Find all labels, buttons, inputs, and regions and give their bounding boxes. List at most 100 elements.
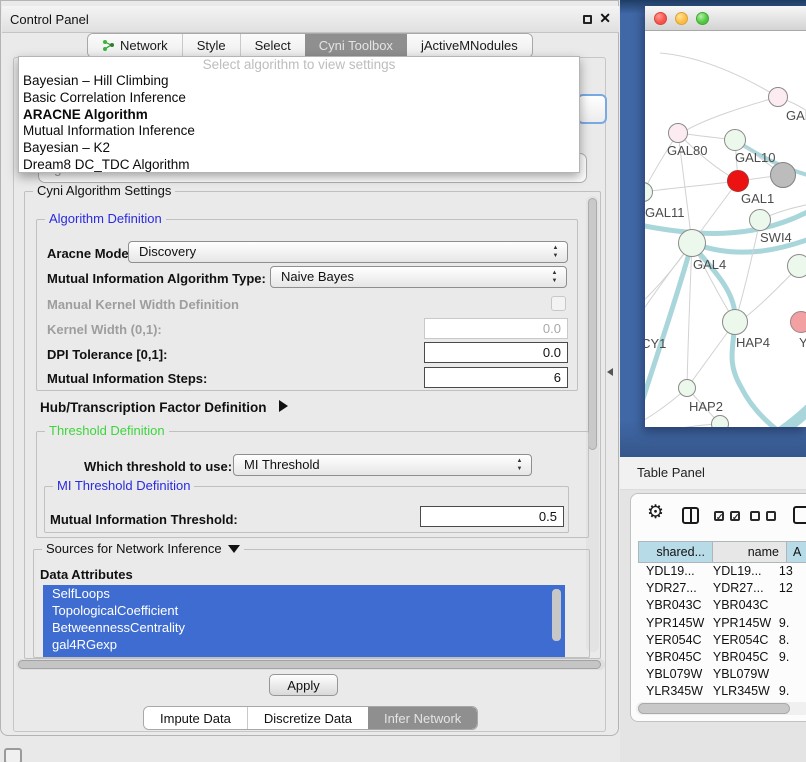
kernel-width-field[interactable]: 0.0 (424, 318, 568, 339)
tab-style-label: Style (197, 38, 226, 53)
settings-horizontal-scrollbar-thumb[interactable] (18, 660, 601, 669)
column-header[interactable]: shared... (638, 541, 713, 563)
dropdown-item[interactable]: Dream8 DC_TDC Algorithm (19, 157, 579, 174)
new-table-icon[interactable] (793, 506, 806, 524)
table-row[interactable]: YDL19...YDL19...13 (638, 563, 806, 580)
gear-icon[interactable]: ⚙ (647, 503, 664, 522)
dpi-tolerance-field[interactable]: 0.0 (424, 342, 568, 363)
dropdown-item[interactable]: Bayesian – Hill Climbing (19, 73, 579, 90)
settings-horizontal-scrollbar[interactable] (16, 659, 605, 670)
mi-threshold-label: Mutual Information Threshold: (50, 512, 238, 527)
select-all-checkbox-icon[interactable]: ✓ (730, 511, 740, 521)
node-label: GCY1 (645, 336, 666, 351)
which-threshold-combo[interactable]: MI Threshold ▲▼ (233, 454, 532, 476)
column-chooser-icon[interactable] (682, 507, 699, 524)
dropdown-item-selected[interactable]: ARACNE Algorithm (19, 107, 579, 124)
mi-threshold-legend: MI Threshold Definition (53, 478, 194, 493)
table-row[interactable]: YPR145WYPR145W9. (638, 615, 806, 632)
tab-style[interactable]: Style (182, 34, 240, 57)
table-panel-titlebar: Table Panel (620, 457, 806, 490)
network-node[interactable] (722, 309, 748, 335)
mi-type-combo[interactable]: Naive Bayes ▲▼ (270, 266, 567, 288)
table-body[interactable]: YDL19...YDL19...13 YDR27...YDR27...12 YB… (638, 563, 806, 704)
dropdown-item[interactable]: Mutual Information Inference (19, 123, 579, 140)
table-panel-title: Table Panel (637, 465, 705, 480)
table-horizontal-scrollbar-thumb[interactable] (638, 703, 790, 714)
network-node[interactable] (678, 229, 706, 257)
deselect-all-checkbox-icon[interactable] (750, 511, 760, 521)
node-label: SWI4 (760, 230, 792, 245)
table-horizontal-scrollbar[interactable] (636, 702, 806, 715)
network-node-selected[interactable] (727, 170, 749, 192)
panel-splitter-grip-icon[interactable] (607, 368, 613, 376)
spinner-icon: ▲▼ (551, 244, 560, 260)
data-attributes-label: Data Attributes (40, 567, 133, 582)
manual-kernel-checkbox[interactable] (551, 296, 566, 311)
network-canvas[interactable]: GAL GAL80 GAL10 GAL1 GAL11 SWI4 GAL4 GCY… (645, 31, 806, 427)
tab-cyni-toolbox[interactable]: Cyni Toolbox (305, 34, 407, 57)
tab-jactivemnodules-label: jActiveMNodules (421, 38, 518, 53)
control-panel-tab-bar: Network Style Select Cyni Toolbox jActiv… (87, 33, 533, 58)
mi-threshold-field[interactable]: 0.5 (420, 506, 564, 527)
zoom-traffic-light-icon[interactable] (696, 12, 709, 25)
tab-infer-network[interactable]: Infer Network (368, 707, 477, 729)
which-threshold-value: MI Threshold (244, 457, 320, 472)
aracne-mode-combo[interactable]: Discovery ▲▼ (128, 241, 568, 263)
threshold-definition-legend: Threshold Definition (45, 423, 169, 438)
close-icon[interactable]: ✕ (599, 10, 611, 27)
network-node[interactable] (749, 209, 771, 231)
table-row[interactable]: YER054CYER054C8. (638, 632, 806, 649)
network-node[interactable] (770, 162, 796, 188)
apply-button[interactable]: Apply (269, 674, 338, 696)
table-row[interactable]: YBR043CYBR043C (638, 597, 806, 614)
list-item[interactable]: SelfLoops (43, 585, 565, 602)
hub-definition-section[interactable]: Hub/Transcription Factor Definition (40, 399, 288, 417)
control-panel-titlebar[interactable]: Control Panel ✕ (2, 6, 619, 33)
column-header[interactable]: name (713, 541, 787, 563)
mi-steps-field[interactable]: 6 (424, 367, 568, 388)
focused-spinner-fragment[interactable] (577, 94, 607, 124)
minimize-traffic-light-icon[interactable] (675, 12, 688, 25)
network-node[interactable] (724, 129, 746, 151)
node-label: GAL80 (667, 143, 707, 158)
list-item[interactable]: gal4RGexp (43, 636, 565, 653)
tab-select[interactable]: Select (240, 34, 305, 57)
collapse-icon[interactable] (228, 545, 240, 553)
tab-select-label: Select (255, 38, 291, 53)
network-node[interactable] (711, 415, 729, 427)
expand-icon[interactable] (279, 400, 288, 412)
cyni-bottom-tab-bar: Impute Data Discretize Data Infer Networ… (143, 706, 478, 730)
deselect-all-checkbox-icon[interactable] (766, 511, 776, 521)
list-item[interactable]: TopologicalCoefficient (43, 602, 565, 619)
network-node[interactable] (678, 379, 696, 397)
network-node[interactable] (790, 311, 806, 333)
tab-impute-data[interactable]: Impute Data (144, 707, 247, 729)
data-attributes-list[interactable]: SelfLoops TopologicalCoefficient Between… (43, 585, 565, 657)
table-row[interactable]: YBL079WYBL079W (638, 666, 806, 683)
network-node[interactable] (668, 123, 688, 143)
tab-network-label: Network (120, 38, 168, 53)
select-all-checkbox-icon[interactable]: ✓ (714, 511, 724, 521)
settings-vertical-scrollbar-thumb[interactable] (588, 198, 597, 450)
node-label: GAL1 (741, 191, 774, 206)
dropdown-item[interactable]: Basic Correlation Inference (19, 90, 579, 107)
tab-jactivemnodules[interactable]: jActiveMNodules (407, 34, 532, 57)
network-window-titlebar[interactable] (645, 6, 806, 31)
close-traffic-light-icon[interactable] (654, 12, 667, 25)
table-row[interactable]: YDR27...YDR27...12 (638, 580, 806, 597)
docked-panel-icon[interactable] (4, 748, 22, 762)
tab-discretize-data[interactable]: Discretize Data (247, 707, 368, 729)
node-label: GAL11 (645, 205, 685, 220)
tab-cyni-toolbox-label: Cyni Toolbox (319, 38, 393, 53)
network-node[interactable] (787, 254, 806, 278)
dropdown-item[interactable]: Bayesian – K2 (19, 140, 579, 157)
column-header[interactable]: A (787, 541, 806, 563)
list-item[interactable]: BetweennessCentrality (43, 619, 565, 636)
attributes-scrollbar-thumb[interactable] (552, 589, 561, 641)
table-row[interactable]: YLR345WYLR345W9. (638, 683, 806, 700)
tab-network[interactable]: Network (88, 34, 182, 57)
network-node[interactable] (768, 87, 788, 107)
aracne-mode-value: Discovery (139, 244, 196, 259)
table-row[interactable]: YBR045CYBR045C9. (638, 649, 806, 666)
float-window-icon[interactable] (583, 15, 592, 24)
